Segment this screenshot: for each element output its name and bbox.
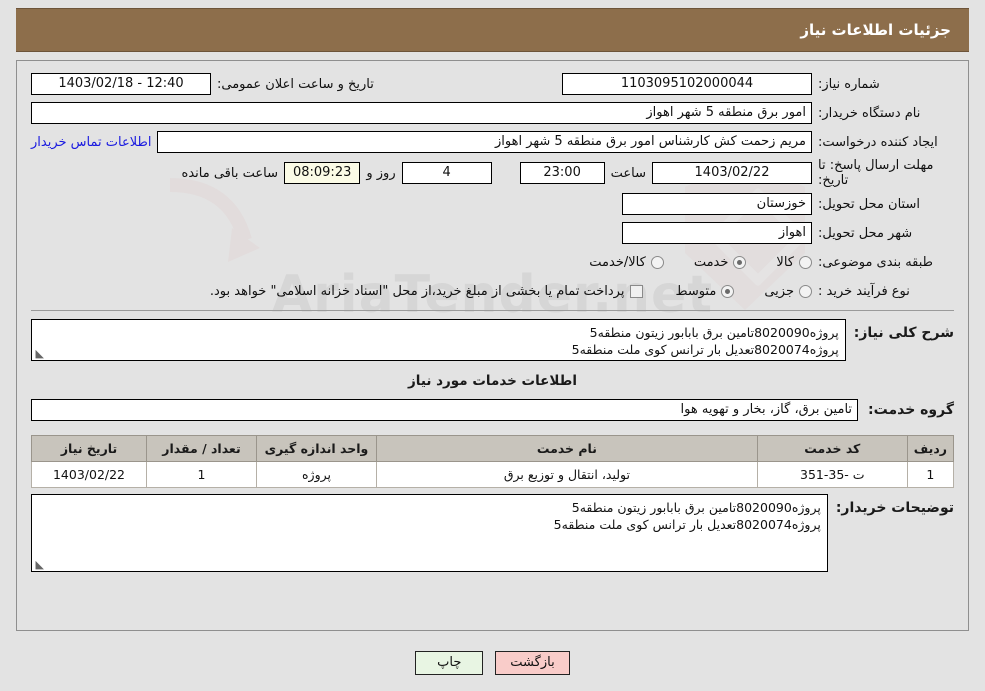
row-process-type: نوع فرآیند خرید : جزیی متوسط پرداخت تمام… xyxy=(31,278,954,304)
resize-grip-icon[interactable]: ◣ xyxy=(34,559,44,570)
city-value: اهواز xyxy=(622,222,812,244)
process-option-label: جزیی xyxy=(764,283,794,299)
services-table: ردیف کد خدمت نام خدمت واحد اندازه گیری ت… xyxy=(31,435,955,488)
back-button[interactable]: بازگشت xyxy=(495,651,570,675)
buyer-org-value: امور برق منطقه 5 شهر اهواز xyxy=(31,102,812,124)
remaining-days-value: 4 xyxy=(401,162,492,184)
category-option-label: کالا xyxy=(776,254,794,270)
creator-value: مریم زحمت کش کارشناس امور برق منطقه 5 شه… xyxy=(157,131,812,153)
treasury-bond-note: پرداخت تمام یا بخشی از مبلغ خرید،از محل … xyxy=(209,283,625,299)
resize-grip-icon[interactable]: ◣ xyxy=(34,348,44,359)
row-category: طبقه بندی موضوعی: کالا خدمت کالا/خدمت xyxy=(31,249,954,275)
need-number-value: 1103095102000044 xyxy=(562,73,812,95)
cell-code: ت -35-351 xyxy=(756,461,908,488)
column-header-qty: تعداد / مقدار xyxy=(146,435,257,462)
category-option-kala[interactable]: کالا xyxy=(776,255,812,270)
radio-icon[interactable] xyxy=(733,255,747,269)
cell-unit: پروژه xyxy=(256,461,377,488)
summary-label: شرح کلی نیاز: xyxy=(853,325,954,341)
radio-icon[interactable] xyxy=(799,284,812,298)
column-header-radif: ردیف xyxy=(906,435,955,462)
page-title-bar: جزئیات اطلاعات نیاز xyxy=(16,8,969,52)
buyer-notes-textarea[interactable]: پروژه8020090تامین برق بابابور زیتون منطق… xyxy=(31,494,828,572)
summary-line: پروژه8020074تعدیل بار ترانس کوی ملت منطق… xyxy=(571,342,839,357)
row-need-number: شماره نیاز: 1103095102000044 تاریخ و ساع… xyxy=(31,71,954,97)
column-header-name: نام خدمت xyxy=(376,435,758,462)
table-header-row: ردیف کد خدمت نام خدمت واحد اندازه گیری ت… xyxy=(31,435,955,462)
page-root: AriaTender.net جزئیات اطلاعات نیاز شماره… xyxy=(0,0,985,691)
footer-actions: بازگشت چاپ xyxy=(0,651,985,675)
buyer-notes-line: پروژه8020074تعدیل بار ترانس کوی ملت منطق… xyxy=(553,517,821,532)
radio-icon[interactable] xyxy=(721,284,735,298)
column-header-code: کد خدمت xyxy=(756,435,908,462)
row-buyer-notes: توضیحات خریدار: پروژه8020090تامین برق با… xyxy=(31,494,954,572)
details-panel: شماره نیاز: 1103095102000044 تاریخ و ساع… xyxy=(16,60,969,631)
province-value: خوزستان xyxy=(622,193,812,215)
treasury-bond-checkbox[interactable] xyxy=(630,284,644,298)
buyer-notes-line: پروژه8020090تامین برق بابابور زیتون منطق… xyxy=(571,500,821,515)
row-buyer-org: نام دستگاه خریدار: امور برق منطقه 5 شهر … xyxy=(31,100,954,126)
public-announce-label: تاریخ و ساعت اعلان عمومی: xyxy=(217,76,374,92)
remaining-days-suffix: روز و xyxy=(366,165,396,181)
row-summary: شرح کلی نیاز: پروژه8020090تامین برق بابا… xyxy=(31,319,954,361)
deadline-date-value: 1403/02/22 xyxy=(652,162,812,184)
category-option-label: خدمت xyxy=(693,254,729,270)
buyer-notes-label: توضیحات خریدار: xyxy=(835,500,954,516)
radio-icon[interactable] xyxy=(650,255,664,269)
category-option-khedmat[interactable]: خدمت xyxy=(694,255,747,270)
process-option-jozi[interactable]: جزیی xyxy=(764,284,812,299)
service-group-value: تامین برق، گاز، بخار و تهویه هوا xyxy=(31,399,859,421)
section-divider xyxy=(31,310,954,311)
category-option-kala-khedmat[interactable]: کالا/خدمت xyxy=(589,255,664,270)
print-button[interactable]: چاپ xyxy=(415,651,484,675)
cell-qty: 1 xyxy=(146,461,257,488)
cell-date: 1403/02/22 xyxy=(31,461,147,488)
row-service-group: گروه خدمت: تامین برق، گاز، بخار و تهویه … xyxy=(31,399,954,421)
category-option-label: کالا/خدمت xyxy=(589,254,646,270)
deadline-hour-label: ساعت xyxy=(610,165,646,181)
summary-textarea[interactable]: پروژه8020090تامین برق بابابور زیتون منطق… xyxy=(31,319,846,361)
need-number-label: شماره نیاز: xyxy=(818,76,880,92)
buyer-org-label: نام دستگاه خریدار: xyxy=(818,105,921,121)
cell-name: تولید، انتقال و توزیع برق xyxy=(376,461,758,488)
process-radio-group[interactable]: جزیی متوسط xyxy=(649,284,812,299)
summary-line: پروژه8020090تامین برق بابابور زیتون منطق… xyxy=(589,325,839,340)
services-section-title: اطلاعات خدمات مورد نیاز xyxy=(407,373,577,389)
deadline-label: مهلت ارسال پاسخ: تا تاریخ: xyxy=(818,158,934,188)
remaining-countdown-label: ساعت باقی مانده xyxy=(181,165,278,181)
province-label: استان محل تحویل: xyxy=(818,196,920,212)
remaining-countdown-value: 08:09:23 xyxy=(283,162,361,184)
city-label: شهر محل تحویل: xyxy=(818,225,913,241)
creator-label: ایجاد کننده درخواست: xyxy=(818,134,938,150)
process-option-label: متوسط xyxy=(675,283,717,299)
row-city: شهر محل تحویل: اهواز xyxy=(31,220,954,246)
column-header-unit: واحد اندازه گیری xyxy=(256,435,377,462)
process-label: نوع فرآیند خرید : xyxy=(818,283,910,299)
service-group-label: گروه خدمت: xyxy=(868,402,954,418)
category-radio-group[interactable]: کالا خدمت کالا/خدمت xyxy=(563,255,812,270)
radio-icon[interactable] xyxy=(799,255,812,269)
category-label: طبقه بندی موضوعی: xyxy=(818,254,934,270)
table-row: 1 ت -35-351 تولید، انتقال و توزیع برق پر… xyxy=(31,461,955,488)
deadline-hour-value: 23:00 xyxy=(519,162,605,184)
process-option-motavaset[interactable]: متوسط xyxy=(675,283,735,299)
row-deadline: مهلت ارسال پاسخ: تا تاریخ: 1403/02/22 سا… xyxy=(31,158,954,188)
buyer-contact-link[interactable]: اطلاعات تماس خریدار xyxy=(31,135,151,150)
public-announce-value: 1403/02/18 - 12:40 xyxy=(31,73,211,95)
cell-radif: 1 xyxy=(906,461,955,488)
page-title: جزئیات اطلاعات نیاز xyxy=(800,21,951,39)
row-creator: ایجاد کننده درخواست: مریم زحمت کش کارشنا… xyxy=(31,129,954,155)
row-province: استان محل تحویل: خوزستان xyxy=(31,191,954,217)
column-header-date: تاریخ نیاز xyxy=(31,435,147,462)
